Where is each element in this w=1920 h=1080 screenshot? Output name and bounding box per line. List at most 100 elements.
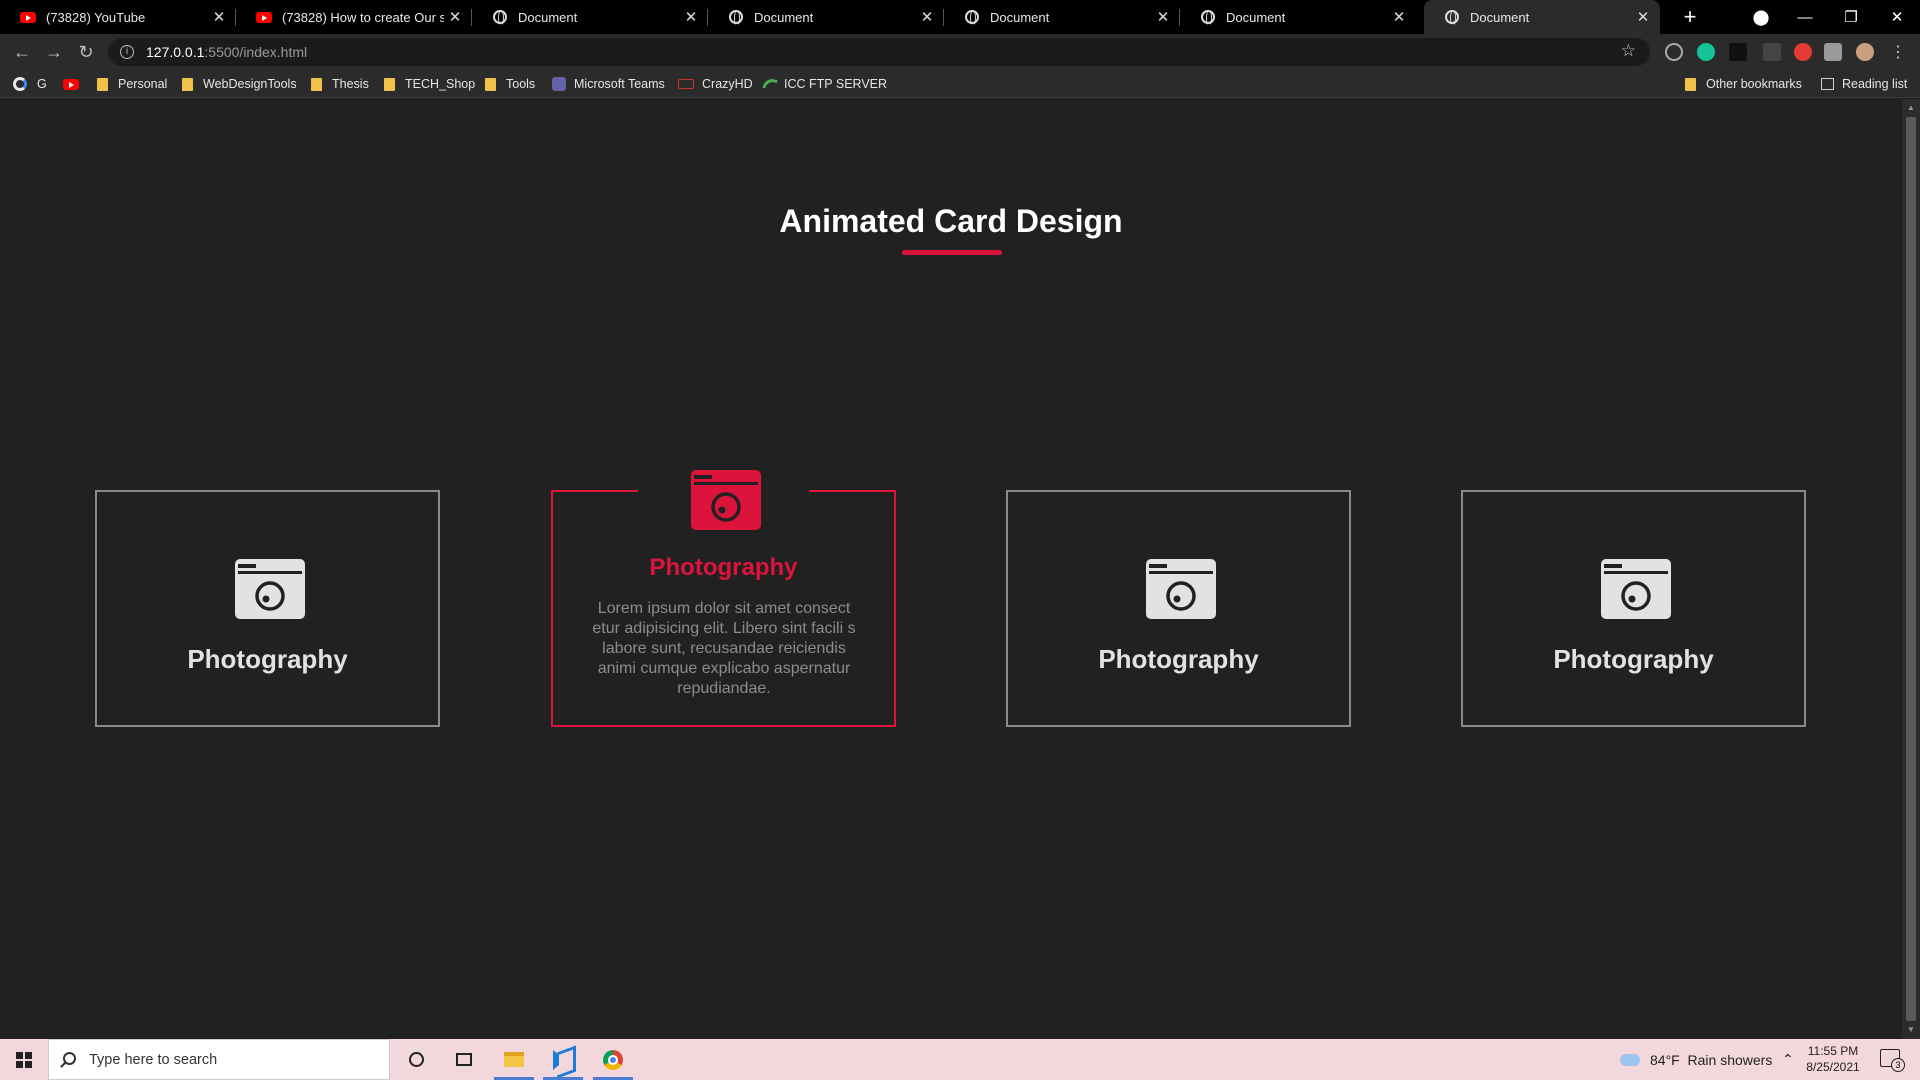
cortana-button[interactable] [392, 1039, 440, 1080]
card-photography-1[interactable]: Photography [95, 490, 440, 727]
puzzle-extensions-icon[interactable] [1824, 43, 1842, 61]
task-view-button[interactable] [440, 1039, 488, 1080]
scrollbar-thumb[interactable] [1906, 117, 1916, 1021]
close-window-button[interactable]: ✕ [1874, 0, 1920, 34]
globe-icon [728, 9, 744, 26]
bookmark-google[interactable]: G [13, 70, 47, 98]
bookmark-label: CrazyHD [702, 77, 753, 91]
bookmark-folder-thesis[interactable]: Thesis [311, 70, 369, 98]
notification-count-badge: 3 [1891, 1058, 1905, 1072]
close-icon[interactable]: ✕ [444, 8, 466, 26]
bookmark-folder-techshop[interactable]: TECH_Shop [384, 70, 475, 98]
vpn-extension-icon[interactable] [1665, 43, 1683, 61]
minimize-button[interactable]: — [1782, 0, 1828, 34]
card-photography-2-hovered[interactable]: Photography Lorem ipsum dolor sit amet c… [551, 470, 896, 727]
page-scrollbar[interactable]: ▲ ▼ [1902, 99, 1920, 1039]
bookmark-other-bookmarks[interactable]: Other bookmarks [1685, 70, 1802, 98]
folder-icon [504, 1052, 524, 1067]
google-icon [13, 77, 27, 91]
tab-document-1[interactable]: Document ✕ [472, 0, 708, 34]
weather-widget[interactable]: 84°F Rain showers [1620, 1039, 1772, 1080]
tab-strip: (73828) YouTube ✕ (73828) How to create … [0, 0, 1920, 34]
tab-document-4[interactable]: Document ✕ [1180, 0, 1416, 34]
tab-document-3[interactable]: Document ✕ [944, 0, 1180, 34]
chrome-button[interactable] [589, 1039, 637, 1080]
bookmark-folder-tools[interactable]: Tools [485, 70, 535, 98]
bookmark-star-icon[interactable]: ☆ [1621, 41, 1636, 61]
windows-taskbar: Type here to search 84°F Rain showers ⌃ … [0, 1039, 1920, 1080]
folder-icon [384, 77, 395, 91]
browser-toolbar: ← → ↻ i 127.0.0.1:5500/index.html ☆ ⋮ [0, 34, 1920, 70]
tab-document-2[interactable]: Document ✕ [708, 0, 944, 34]
close-icon[interactable]: ✕ [1152, 8, 1174, 26]
bookmark-icc-ftp-server[interactable]: ICC FTP SERVER [762, 70, 887, 98]
tab-title: (73828) YouTube [46, 9, 146, 25]
site-info-icon[interactable]: i [120, 45, 134, 59]
reading-list-button[interactable]: Reading list [1821, 70, 1907, 98]
close-icon[interactable]: ✕ [916, 8, 938, 26]
close-icon[interactable]: ✕ [1388, 8, 1410, 26]
card-photography-4[interactable]: Photography [1461, 490, 1806, 727]
clock-time: 11:55 PM [1807, 1044, 1859, 1058]
card-description: Lorem ipsum dolor sit amet consect etur … [592, 600, 856, 697]
globe-icon [964, 9, 980, 26]
youtube-icon [20, 9, 36, 25]
forward-button[interactable]: → [38, 34, 70, 70]
system-clock[interactable]: 11:55 PM 8/25/2021 [1798, 1043, 1868, 1075]
bookmark-label: Tools [506, 77, 536, 91]
new-tab-button[interactable]: + [1672, 0, 1708, 34]
vscode-button[interactable] [539, 1039, 587, 1080]
start-button[interactable] [0, 1039, 48, 1080]
card-title: Photography [187, 644, 348, 674]
address-bar[interactable]: i 127.0.0.1:5500/index.html ☆ [108, 38, 1650, 66]
tab-youtube[interactable]: (73828) YouTube ✕ [0, 0, 236, 34]
close-icon[interactable]: ✕ [1632, 8, 1654, 26]
back-button[interactable]: ← [6, 34, 38, 70]
bookmark-label: Thesis [332, 77, 369, 91]
scroll-up-arrow-icon[interactable]: ▲ [1907, 103, 1915, 112]
reading-list-icon [1821, 78, 1834, 90]
bookmark-folder-personal[interactable]: Personal [97, 70, 167, 98]
grammarly-icon[interactable] [1697, 43, 1715, 61]
windows-logo-icon [16, 1051, 32, 1068]
teams-icon [552, 77, 566, 91]
tab-title: Document [518, 9, 578, 25]
card-photography-3[interactable]: Photography [1006, 490, 1351, 727]
url-path: :5500/index.html [204, 44, 308, 60]
search-placeholder: Type here to search [89, 1051, 218, 1068]
close-icon[interactable]: ✕ [680, 8, 702, 26]
profile-download-icon[interactable]: ⬤ [1738, 0, 1784, 34]
tab-document-active[interactable]: Document ✕ [1424, 0, 1660, 34]
weather-temperature: 84°F [1650, 1051, 1680, 1068]
bookmark-crazyhd[interactable]: CrazyHD [678, 70, 753, 98]
file-explorer-button[interactable] [490, 1039, 538, 1080]
bookmark-microsoft-teams[interactable]: Microsoft Teams [552, 70, 665, 98]
scroll-down-arrow-icon[interactable]: ▼ [1907, 1025, 1915, 1034]
bookmark-folder-webdesigntools[interactable]: WebDesignTools [182, 70, 297, 98]
crazyhd-icon [678, 79, 694, 89]
folder-icon [97, 77, 108, 91]
adblock-icon[interactable] [1794, 43, 1812, 61]
bookmarks-bar: G Personal WebDesignTools Thesis TECH_Sh… [0, 70, 1920, 98]
extension-icon[interactable] [1729, 43, 1747, 61]
bookmark-label: Microsoft Teams [574, 77, 665, 91]
eyedropper-extension-icon[interactable] [1763, 43, 1781, 61]
restore-button[interactable]: ❐ [1828, 0, 1874, 34]
youtube-icon [256, 9, 272, 25]
reload-button[interactable]: ↻ [70, 34, 102, 70]
profile-avatar[interactable] [1856, 43, 1874, 61]
menu-kebab-icon[interactable]: ⋮ [1890, 42, 1908, 61]
folder-icon [311, 77, 322, 91]
bookmark-label: Reading list [1842, 77, 1908, 91]
close-icon[interactable]: ✕ [208, 8, 230, 26]
tray-overflow-chevron-icon[interactable]: ⌃ [1782, 1039, 1794, 1080]
bookmark-youtube[interactable] [63, 70, 79, 98]
bookmark-label: TECH_Shop [405, 77, 476, 91]
folder-icon [485, 77, 496, 91]
globe-icon [1444, 9, 1460, 26]
bookmark-label: Personal [118, 77, 168, 91]
weather-description: Rain showers [1687, 1051, 1773, 1068]
tab-youtube-video[interactable]: (73828) How to create Our servi ✕ [236, 0, 472, 34]
notification-center-icon[interactable]: 3 [1880, 1049, 1905, 1072]
taskbar-search-input[interactable]: Type here to search [48, 1039, 390, 1080]
